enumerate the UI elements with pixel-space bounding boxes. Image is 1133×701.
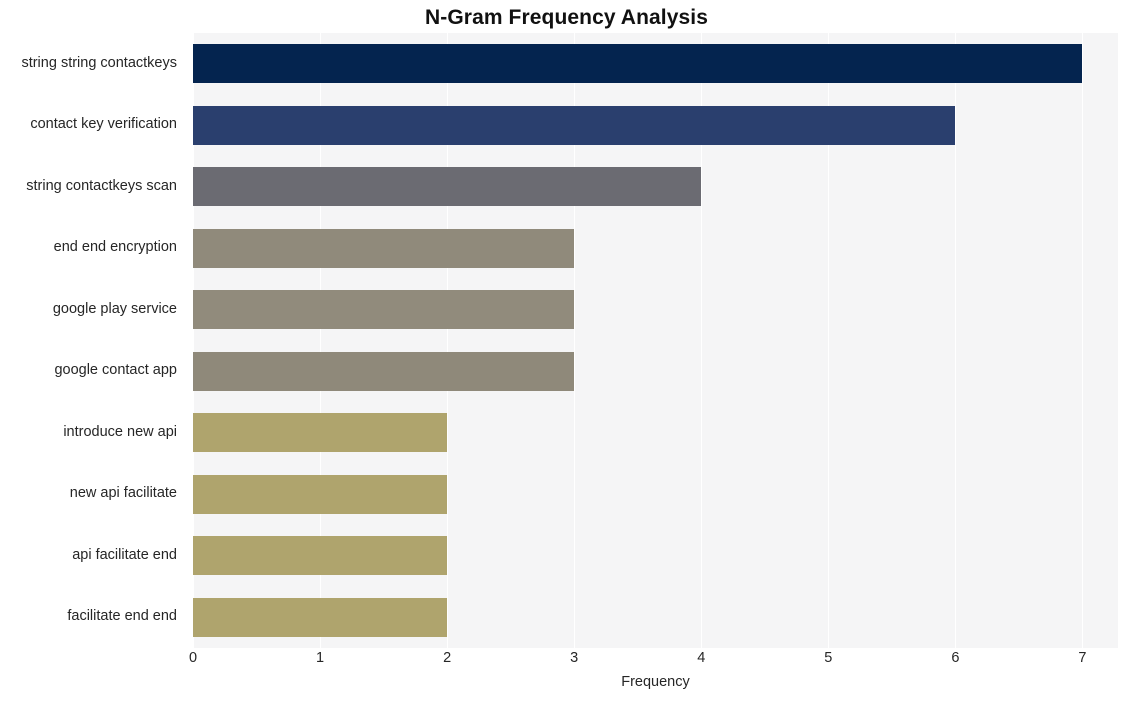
x-tick-label: 2	[443, 650, 452, 666]
x-tick-label: 1	[316, 650, 325, 666]
y-tick-label: introduce new api	[63, 423, 177, 440]
bar-row	[193, 474, 1118, 514]
x-tick-label: 7	[1078, 650, 1087, 666]
y-tick-label: end end encryption	[53, 239, 177, 256]
y-tick-label: google contact app	[54, 362, 177, 379]
x-axis-ticks: 0 1 2 3 4 5 6 7	[189, 650, 1118, 674]
bar[interactable]	[193, 44, 1083, 84]
bar-row	[193, 167, 1118, 207]
y-tick-label: string string contactkeys	[21, 54, 177, 71]
bar[interactable]	[193, 351, 575, 391]
bar-row	[193, 290, 1118, 330]
bar-row	[193, 105, 1118, 145]
y-tick-label: google play service	[52, 300, 177, 317]
bar[interactable]	[193, 228, 575, 268]
bar[interactable]	[193, 536, 448, 576]
chart-title: N-Gram Frequency Analysis	[425, 6, 708, 29]
bar-row	[193, 413, 1118, 453]
x-tick-label: 0	[188, 650, 198, 666]
bar[interactable]	[193, 105, 956, 145]
y-tick-label: new api facilitate	[69, 485, 177, 502]
y-tick-label: contact key verification	[30, 116, 177, 133]
x-axis-title: Frequency	[621, 674, 690, 690]
bar[interactable]	[193, 167, 702, 207]
bar-row	[193, 228, 1118, 268]
bar[interactable]	[193, 597, 448, 637]
bar[interactable]	[193, 413, 448, 453]
bar[interactable]	[193, 474, 448, 514]
y-axis-labels: string string contactkeys contact key ver…	[0, 33, 185, 648]
bar-row	[193, 536, 1118, 576]
y-tick-label: string contactkeys scan	[26, 177, 177, 194]
bar-row	[193, 597, 1118, 637]
bar[interactable]	[193, 290, 575, 330]
y-tick-label: api facilitate end	[72, 546, 177, 563]
x-tick-label: 3	[570, 650, 579, 666]
bar-row	[193, 351, 1118, 391]
x-tick-label: 6	[951, 650, 960, 666]
bars-container	[193, 33, 1118, 648]
x-tick-label: 5	[824, 650, 833, 666]
chart-figure: N-Gram Frequency Analysis string string …	[0, 0, 1133, 701]
bar-row	[193, 44, 1118, 84]
x-tick-label: 4	[697, 650, 706, 666]
y-tick-label: facilitate end end	[67, 608, 177, 625]
